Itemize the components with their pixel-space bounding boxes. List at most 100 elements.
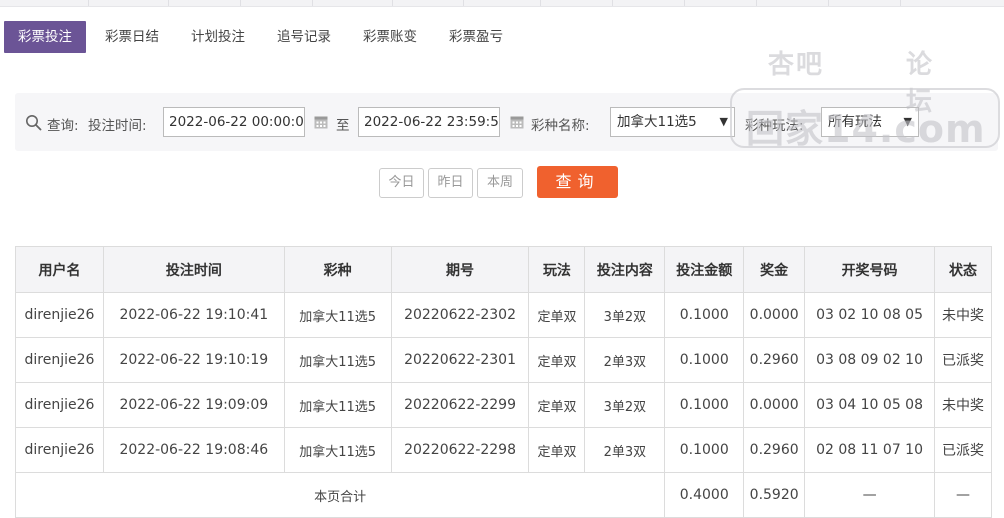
cell-play: 定单双 (528, 292, 586, 338)
cell-username: direnjie26 (15, 427, 104, 473)
strip-separator (684, 0, 685, 6)
tab-daily-settlement[interactable]: 彩票日结 (92, 21, 172, 53)
cell-bet-time: 2022-06-22 19:08:46 (102, 427, 285, 473)
to-label: 至 (336, 118, 350, 134)
play-type-label: 彩种玩法: (745, 118, 804, 134)
watermark-text-left: 杏吧 (768, 50, 825, 80)
cell-lottery: 加拿大11选5 (283, 292, 392, 338)
cell-prize: 0.0000 (743, 382, 806, 428)
cell-amount: 0.1000 (664, 337, 745, 383)
cell-issue: 20220622-2301 (390, 337, 530, 383)
cell-draw-numbers: 03 08 09 02 10 (804, 337, 936, 383)
start-time-input[interactable]: 2022-06-22 00:00:00 (163, 107, 305, 137)
total-numbers-placeholder: — (804, 472, 936, 518)
tab-plan-bets[interactable]: 计划投注 (178, 21, 258, 53)
play-type-select[interactable]: 所有玩法 ▼ (821, 107, 919, 137)
page-total-label: 本页合计 (14, 472, 666, 518)
cell-content: 3单2双 (584, 292, 666, 338)
cell-draw-numbers: 03 04 10 05 08 (804, 382, 936, 428)
column-header: 奖金 (743, 246, 806, 293)
bet-records-table: 用户名 投注时间 彩种 期号 玩法 投注内容 投注金额 奖金 开奖号码 状态 d… (14, 246, 992, 518)
strip-separator (88, 0, 89, 6)
cell-bet-time: 2022-06-22 19:10:41 (102, 292, 285, 338)
lottery-name-label: 彩种名称: (531, 118, 590, 134)
column-header: 投注内容 (584, 246, 666, 293)
column-header: 期号 (390, 246, 530, 293)
strip-separator (392, 0, 393, 6)
cell-prize: 0.2960 (743, 337, 806, 383)
cell-amount: 0.1000 (664, 382, 745, 428)
cell-draw-numbers: 02 08 11 07 10 (804, 427, 936, 473)
cell-play: 定单双 (528, 337, 586, 383)
calendar-icon[interactable] (510, 115, 524, 129)
play-type-select-value: 所有玩法 (828, 114, 882, 130)
search-icon (26, 115, 42, 131)
cell-lottery: 加拿大11选5 (283, 427, 392, 473)
query-label: 查询: (47, 118, 79, 134)
cell-play: 定单双 (528, 382, 586, 428)
top-strip (0, 0, 1004, 7)
lottery-select[interactable]: 加拿大11选5 ▼ (610, 107, 735, 137)
today-button[interactable]: 今日 (379, 168, 424, 198)
chevron-down-icon: ▼ (903, 115, 912, 128)
tab-account-changes[interactable]: 彩票账变 (350, 21, 430, 53)
search-button[interactable]: 查询 (537, 166, 618, 198)
column-header: 状态 (934, 246, 992, 293)
end-time-input[interactable]: 2022-06-22 23:59:59 (358, 107, 500, 137)
tab-bar: 彩票投注 彩票日结 计划投注 追号记录 彩票账变 彩票盈亏 (4, 21, 522, 53)
strip-separator (312, 0, 313, 6)
table-row[interactable]: direnjie26 2022-06-22 19:08:46 加拿大11选5 2… (15, 427, 992, 473)
watermark-top-text: 杏吧 论坛 (768, 44, 932, 117)
table-row[interactable]: direnjie26 2022-06-22 19:09:09 加拿大11选5 2… (15, 382, 992, 428)
column-header: 投注金额 (664, 246, 745, 293)
column-header: 玩法 (528, 246, 586, 293)
yesterday-button[interactable]: 昨日 (428, 168, 473, 198)
cell-content: 2单3双 (584, 337, 666, 383)
cell-content: 2单3双 (584, 427, 666, 473)
tab-profit-loss[interactable]: 彩票盈亏 (436, 21, 516, 53)
total-prize: 0.5920 (743, 472, 806, 518)
cell-issue: 20220622-2299 (390, 382, 530, 428)
column-header: 彩种 (283, 246, 392, 293)
cell-lottery: 加拿大11选5 (283, 382, 392, 428)
strip-separator (168, 0, 169, 6)
cell-amount: 0.1000 (664, 427, 745, 473)
total-status-placeholder: — (934, 472, 992, 518)
status-badge: 已派奖 (934, 427, 992, 473)
tab-chase-records[interactable]: 追号记录 (264, 21, 344, 53)
cell-username: direnjie26 (15, 337, 104, 383)
cell-play: 定单双 (528, 427, 586, 473)
strip-separator (612, 0, 613, 6)
filter-bar: 查询: 投注时间: 2022-06-22 00:00:00 至 2022-06-… (15, 93, 998, 151)
cell-issue: 20220622-2298 (390, 427, 530, 473)
cell-prize: 0.2960 (743, 427, 806, 473)
column-header: 投注时间 (102, 246, 285, 293)
calendar-icon[interactable] (314, 115, 328, 129)
cell-username: direnjie26 (15, 292, 104, 338)
table-header-row: 用户名 投注时间 彩种 期号 玩法 投注内容 投注金额 奖金 开奖号码 状态 (15, 246, 992, 293)
lottery-select-value: 加拿大11选5 (617, 114, 697, 130)
this-week-button[interactable]: 本周 (477, 168, 523, 198)
column-header: 用户名 (15, 246, 104, 293)
chevron-down-icon: ▼ (719, 115, 728, 128)
status-badge: 未中奖 (934, 382, 992, 428)
bet-time-label: 投注时间: (88, 118, 147, 134)
strip-separator (463, 0, 464, 6)
strip-separator (756, 0, 757, 6)
table-row[interactable]: direnjie26 2022-06-22 19:10:19 加拿大11选5 2… (15, 337, 992, 383)
cell-issue: 20220622-2302 (390, 292, 530, 338)
table-row[interactable]: direnjie26 2022-06-22 19:10:41 加拿大11选5 2… (15, 292, 992, 338)
cell-amount: 0.1000 (664, 292, 745, 338)
strip-separator (540, 0, 541, 6)
strip-separator (900, 0, 901, 6)
cell-draw-numbers: 03 02 10 08 05 (804, 292, 936, 338)
cell-username: direnjie26 (15, 382, 104, 428)
status-badge: 未中奖 (934, 292, 992, 338)
status-badge: 已派奖 (934, 337, 992, 383)
cell-bet-time: 2022-06-22 19:09:09 (102, 382, 285, 428)
column-header: 开奖号码 (804, 246, 936, 293)
cell-bet-time: 2022-06-22 19:10:19 (102, 337, 285, 383)
tab-lottery-bets[interactable]: 彩票投注 (4, 21, 86, 53)
cell-lottery: 加拿大11选5 (283, 337, 392, 383)
strip-separator (240, 0, 241, 6)
